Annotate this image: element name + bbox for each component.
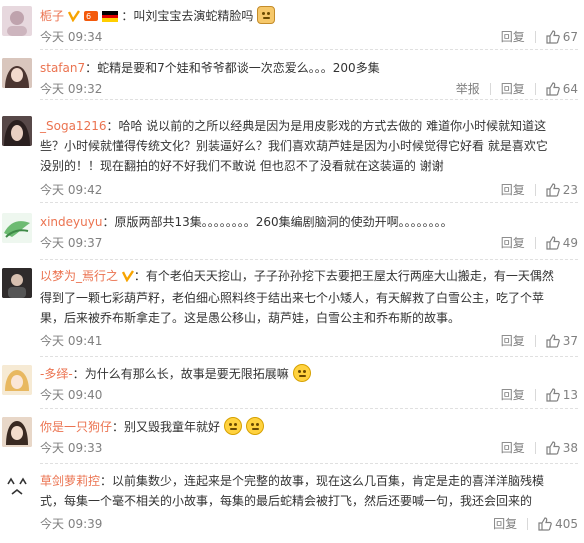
report-button[interactable]: 举报 [456, 80, 480, 98]
like-button[interactable]: 38 [546, 439, 578, 457]
thumbs-up-icon [546, 441, 560, 455]
like-button[interactable]: 49 [546, 234, 578, 252]
username[interactable]: 草剑萝莉控 [40, 474, 100, 488]
doge-emoji-icon [257, 6, 276, 24]
username[interactable]: _Soga1216 [40, 119, 106, 133]
reply-button[interactable]: 回复 [493, 515, 517, 533]
thumbs-up-icon [546, 236, 560, 250]
comment-text-line: 得到了一颗七彩葫芦籽，老伯细心照料终于结出来七个小矮人，有天解救了白雪公主，吃了… [40, 291, 545, 305]
username[interactable]: 栀子 [40, 9, 64, 23]
reply-button[interactable]: 回复 [501, 234, 525, 252]
thumbs-up-icon [538, 517, 552, 531]
timestamp: 今天 09:40 [40, 388, 103, 402]
like-button[interactable]: 23 [546, 181, 578, 199]
avatar[interactable] [2, 268, 32, 298]
like-count: 67 [562, 30, 578, 44]
avatar[interactable] [2, 417, 32, 447]
comment-text-line: 式，每集一个毫不相关的小故事，每集的最后蛇精会被打飞，然后还要喊一句，我还会回来… [40, 494, 533, 508]
like-count: 13 [562, 388, 578, 402]
thumbs-up-icon [546, 82, 560, 96]
avatar[interactable] [2, 472, 32, 502]
like-button[interactable]: 13 [546, 386, 578, 404]
like-count: 405 [555, 517, 578, 531]
timestamp: 今天 09:33 [40, 441, 103, 455]
comment-text-line: 哈哈 说以前的之所以经典是因为是用皮影戏的方式去做的 难道你小时候就知道这 [118, 119, 547, 133]
comment-item: stafan7：蛇精是要和7个娃和爷爷都谈一次恋爱么。。。200多集 今天 09… [0, 50, 584, 100]
like-count: 23 [562, 183, 578, 197]
username[interactable]: 以梦为_焉行之 [40, 269, 118, 283]
comment-text: 为什么有那么长，故事是要无限拓展嘛 [84, 367, 289, 381]
thinking-emoji-icon [292, 364, 311, 382]
like-button[interactable]: 67 [546, 28, 578, 46]
comment-item: 草剑萝莉控：以前集数少，连起来是个完整的故事，现在这么几百集，肯定是走的喜洋洋脑… [0, 464, 584, 543]
smile-emoji-icon [223, 417, 242, 435]
svg-text:6: 6 [86, 12, 91, 21]
username[interactable]: -多绎- [40, 367, 73, 381]
comment-item: 以梦为_焉行之 ：有个老伯天天挖山，子子孙孙挖下去要把王屋太行两座大山搬走，有一… [0, 260, 584, 357]
comment-text: 原版两部共13集。。。。。。。。260集编剧脑洞的使劲开啊。。。。。。。。 [114, 215, 453, 229]
comment-text-line: 果，后来被乔布斯拿走了。这是愚公移山，葫芦娃，白雪公主和乔布斯的故事。 [40, 311, 461, 325]
comment-text-line: 以前集数少，连起来是个完整的故事，现在这么几百集，肯定是走的喜洋洋脑残模 [112, 474, 545, 488]
timestamp: 今天 09:42 [40, 183, 103, 197]
like-button[interactable]: 37 [546, 332, 578, 350]
reply-button[interactable]: 回复 [501, 332, 525, 350]
like-button[interactable]: 64 [546, 80, 578, 98]
comment-text-line: 有个老伯天天挖山，子子孙孙挖下去要把王屋太行两座大山搬走，有一天偶然 [145, 269, 554, 283]
comment-text: 蛇精是要和7个娃和爷爷都谈一次恋爱么。。。200多集 [97, 61, 380, 75]
like-button[interactable]: 405 [538, 515, 578, 533]
reply-button[interactable]: 回复 [501, 80, 525, 98]
reply-button[interactable]: 回复 [501, 28, 525, 46]
verified-badge-icon [121, 268, 134, 288]
username[interactable]: stafan7 [40, 61, 85, 75]
avatar[interactable] [2, 58, 32, 88]
thumbs-up-icon [546, 334, 560, 348]
reply-button[interactable]: 回复 [501, 439, 525, 457]
comment-item: _Soga1216：哈哈 说以前的之所以经典是因为是用皮影戏的方式去做的 难道你… [0, 108, 584, 203]
like-count: 64 [562, 82, 578, 96]
comment-text-line: 没别的！！现在翻拍的好不好我们不敢说 但也忍不了没看就在这装逼的 谢谢 [40, 159, 444, 173]
timestamp: 今天 09:34 [40, 30, 103, 44]
timestamp: 今天 09:37 [40, 236, 103, 250]
reply-button[interactable]: 回复 [501, 386, 525, 404]
avatar[interactable] [2, 213, 32, 243]
like-count: 37 [562, 334, 578, 348]
comment-item: 栀子 6 ：叫刘宝宝去演蛇精脸吗 今天 09:34 回复 67 [0, 0, 584, 50]
comment-text: 叫刘宝宝去演蛇精脸吗 [133, 9, 254, 23]
thumbs-up-icon [546, 30, 560, 44]
thumbs-up-icon [546, 388, 560, 402]
like-count: 49 [562, 236, 578, 250]
avatar[interactable] [2, 116, 32, 146]
avatar[interactable] [2, 365, 32, 395]
comment-item: 你是一只狗仔：别又毁我童年就好 今天 09:33 回复 38 [0, 409, 584, 464]
thumbs-up-icon [546, 183, 560, 197]
username[interactable]: xindeyuyu [40, 215, 102, 229]
divider [40, 99, 578, 100]
smile-emoji-icon [245, 417, 264, 435]
comment-text-line: 些？小时候就懂得传统文化？别装逼好么？我们喜欢葫芦娃是因为小时候觉得它好看 就是… [40, 139, 548, 153]
comment-text: 别又毁我童年就好 [124, 420, 221, 434]
avatar[interactable] [2, 6, 32, 36]
timestamp: 今天 09:41 [40, 334, 103, 348]
timestamp: 今天 09:39 [40, 517, 103, 531]
germany-flag-icon [101, 8, 118, 28]
reply-button[interactable]: 回复 [501, 181, 525, 199]
username[interactable]: 你是一只狗仔 [40, 420, 112, 434]
timestamp: 今天 09:32 [40, 82, 103, 96]
comment-item: -多绎-：为什么有那么长，故事是要无限拓展嘛 今天 09:40 回复 13 [0, 357, 584, 409]
comment-item: xindeyuyu：原版两部共13集。。。。。。。。260集编剧脑洞的使劲开啊。… [0, 203, 584, 260]
member-badge-icon: 6 [83, 8, 98, 28]
like-count: 38 [562, 441, 578, 455]
verified-badge-icon [67, 8, 80, 28]
comment-list: 栀子 6 ：叫刘宝宝去演蛇精脸吗 今天 09:34 回复 67 stafan7：… [0, 0, 584, 543]
